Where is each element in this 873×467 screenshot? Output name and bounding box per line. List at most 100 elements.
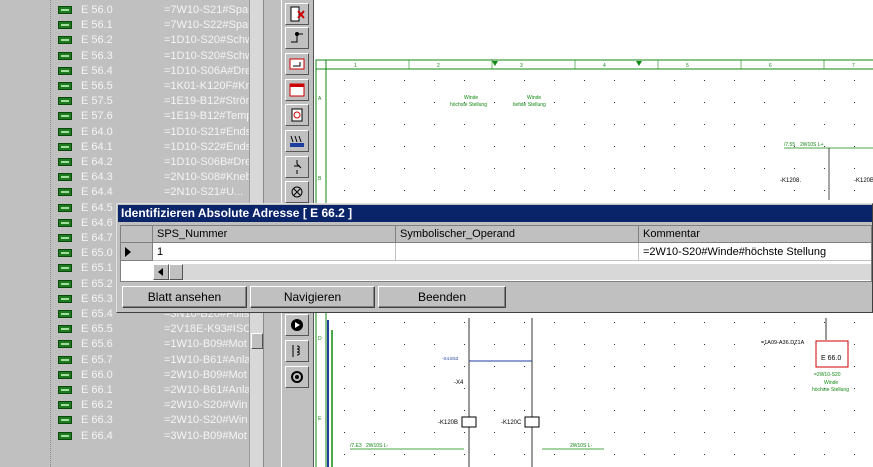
contact-label-k120: -K120B xyxy=(854,178,873,184)
wire-label-1: 2W10S L+ xyxy=(800,142,824,148)
row-selector[interactable] xyxy=(121,243,153,261)
grid-dot xyxy=(794,410,795,411)
tree-item-symbol: =7W10-S21#Spar xyxy=(164,4,249,16)
tree-item[interactable]: E 56.3 =1D10-S20#Schw xyxy=(0,49,263,64)
io-module-icon xyxy=(58,6,72,14)
io-module-icon xyxy=(58,416,72,425)
tree-item[interactable]: E 65.7 =1W10-B61#Anla xyxy=(0,353,263,368)
tree-item[interactable]: E 64.2 =1D10-S06B#Dre xyxy=(0,155,263,170)
grid-dot xyxy=(344,190,345,191)
tree-item[interactable]: E 66.1 =2W10-B61#Anla xyxy=(0,383,263,398)
grid-dot xyxy=(764,124,765,125)
grid-dot xyxy=(404,80,405,81)
tree-item[interactable]: E 65.6 =1W10-B09#Mot xyxy=(0,337,263,352)
cell-symbolischer-operand[interactable] xyxy=(396,243,639,261)
column-label: 7 xyxy=(852,63,855,69)
column-label: 5 xyxy=(686,63,689,69)
wiring-icon[interactable] xyxy=(285,27,309,49)
grid-dot xyxy=(404,168,405,169)
terminal-icon[interactable] xyxy=(285,130,309,152)
grid-dot xyxy=(704,80,705,81)
contact-icon[interactable] xyxy=(285,156,309,178)
tree-item[interactable]: E 64.1 =1D10-S22#Ends xyxy=(0,140,263,155)
grid-dot xyxy=(674,432,675,433)
tree-item[interactable]: E 66.3 =2W10-S20#Win xyxy=(0,413,263,428)
navigate-button[interactable]: Navigieren xyxy=(250,286,375,308)
exit-icon[interactable] xyxy=(285,3,309,25)
navigate-icon[interactable] xyxy=(285,314,309,336)
winde-desc-2: tiefste Stellung xyxy=(513,102,546,108)
tree-item-symbol: =1D10-S20#Schw xyxy=(164,34,249,47)
io-module-icon xyxy=(58,264,72,273)
io-module-icon xyxy=(58,112,72,121)
cell-kommentar[interactable]: =2W10-S20#Winde#höchste Stellung xyxy=(639,243,871,261)
lamp-icon[interactable] xyxy=(285,181,309,203)
close-button[interactable]: Beenden xyxy=(378,286,506,308)
results-grid[interactable]: SPS_Nummer Symbolischer_Operand Kommenta… xyxy=(120,225,872,282)
route-icon[interactable] xyxy=(285,53,309,75)
grid-horizontal-scrollbar[interactable] xyxy=(153,264,871,280)
column-header-symbolischer-operand[interactable]: Symbolischer_Operand xyxy=(396,226,639,243)
identify-address-dialog: Identifizieren Absolute Adresse [ E 66.2… xyxy=(116,203,873,313)
column-header-kommentar[interactable]: Kommentar xyxy=(639,226,871,243)
grid-dot xyxy=(494,190,495,191)
tree-item-address: E 66.4 xyxy=(81,429,113,442)
tree-item[interactable]: E 66.4 =3W10-B09#Mot xyxy=(0,429,263,444)
window-icon[interactable] xyxy=(285,79,309,101)
grid-dot xyxy=(344,146,345,147)
grid-dot xyxy=(494,344,495,345)
tree-item[interactable]: E 64.0 =1D10-S21#Ends xyxy=(0,125,263,140)
grid-dot xyxy=(794,102,795,103)
scroll-left-button[interactable] xyxy=(153,264,169,280)
tree-item-address: E 64.7 xyxy=(81,232,113,244)
grid-dot xyxy=(464,344,465,345)
grid-dot xyxy=(494,168,495,169)
tree-item[interactable]: E 64.4 =2N10-S21#U... xyxy=(0,185,263,200)
winde-label-1: Winde xyxy=(464,95,478,101)
grid-dot xyxy=(344,80,345,81)
settings-icon[interactable] xyxy=(285,366,309,388)
tree-item[interactable]: E 64.3 =2N10-S08#Kneb xyxy=(0,170,263,185)
cell-sps-nummer[interactable]: 1 xyxy=(153,243,396,261)
grid-dot xyxy=(764,432,765,433)
coil-icon[interactable] xyxy=(285,340,309,362)
tree-item-symbol: =1D10-S21#Ends xyxy=(164,125,249,138)
tree-item[interactable]: E 56.4 =1D10-S06A#Dre xyxy=(0,64,263,79)
grid-dot xyxy=(704,190,705,191)
tree-item-symbol: =1D10-S20#Schw xyxy=(164,49,249,62)
grid-dot xyxy=(824,410,825,411)
tree-item[interactable]: E 56.2 =1D10-S20#Schw xyxy=(0,33,263,48)
dialog-title: Identifizieren Absolute Adresse [ E 66.2… xyxy=(118,205,872,222)
tree-item[interactable]: E 56.5 =1K01-K120F#Krä xyxy=(0,79,263,94)
grid-dot xyxy=(614,432,615,433)
grid-dot xyxy=(524,124,525,125)
tree-item-address: E 65.3 xyxy=(81,292,113,305)
grid-dot xyxy=(584,322,585,323)
view-sheet-button[interactable]: Blatt ansehen xyxy=(122,286,247,308)
tree-item[interactable]: E 66.2 =2W10-S20#Win xyxy=(0,398,263,413)
tree-item[interactable]: E 65.5 =2V18E-K93#ISO xyxy=(0,322,263,337)
tree-item[interactable]: E 56.1 =7W10-S22#Spar xyxy=(0,18,263,33)
tree-scrollbar-thumb[interactable] xyxy=(251,333,263,349)
grid-dot xyxy=(524,190,525,191)
tree-item[interactable]: E 57.5 =1E19-B12#Ström xyxy=(0,94,263,109)
tree-item[interactable]: E 56.0 =7W10-S21#Spar xyxy=(0,3,263,18)
grid-dot xyxy=(734,168,735,169)
grid-scrollbar-thumb[interactable] xyxy=(169,264,183,280)
grid-dot xyxy=(404,102,405,103)
tree-item[interactable]: E 57.6 =1E19-B12#Temp xyxy=(0,109,263,124)
grid-dot xyxy=(374,366,375,367)
io-module-icon xyxy=(58,158,72,166)
row-label: B xyxy=(318,176,322,182)
tree-item[interactable]: E 66.0 =2W10-B09#Mot xyxy=(0,368,263,383)
grid-dot xyxy=(704,344,705,345)
column-header-sps-nummer[interactable]: SPS_Nummer xyxy=(153,226,396,243)
grid-dot xyxy=(614,146,615,147)
relay-icon[interactable] xyxy=(285,104,309,126)
tree-item-symbol: =1D10-S06B#Dre xyxy=(164,156,249,168)
grid-dot xyxy=(584,366,585,367)
grid-dot xyxy=(554,344,555,345)
grid-dot xyxy=(434,168,435,169)
grid-dot xyxy=(524,388,525,389)
grid-dot xyxy=(614,454,615,455)
